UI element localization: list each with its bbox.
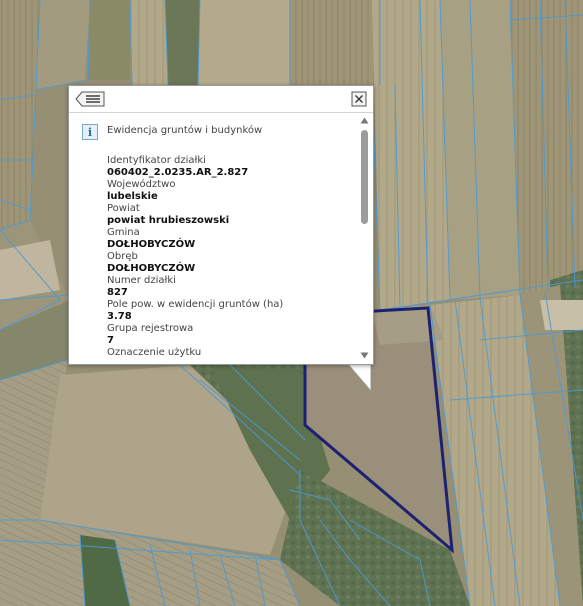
attr-value: DOŁHOBYCZÓW xyxy=(107,263,196,274)
attr-label: Gmina xyxy=(107,227,140,238)
attr-value: lubelskie xyxy=(107,191,158,202)
identify-popup: i Ewidencja gruntów i budynków Identyfik… xyxy=(68,85,374,365)
attr-value: 3.78 xyxy=(107,311,132,322)
attr-label: Pole pow. w ewidencji gruntów (ha) xyxy=(107,299,284,310)
list-back-button[interactable] xyxy=(75,91,105,107)
scroll-up-icon[interactable] xyxy=(360,116,369,125)
attr-value: 7 xyxy=(107,335,114,346)
attr-value: 060402_2.0235.AR_2.827 xyxy=(107,167,249,178)
attr-label: Powiat xyxy=(107,203,140,214)
attribute-list: Identyfikator działki 060402_2.0235.AR_2… xyxy=(107,155,352,359)
popup-content: i Ewidencja gruntów i budynków Identyfik… xyxy=(69,113,357,364)
popup-header xyxy=(69,86,373,113)
attr-label: Województwo xyxy=(107,179,176,190)
attr-label: Obręb xyxy=(107,251,138,262)
list-back-icon xyxy=(75,91,105,107)
popup-scrollbar[interactable] xyxy=(357,113,372,364)
attr-value: DOŁHOBYCZÓW xyxy=(107,239,196,250)
close-icon xyxy=(351,91,367,107)
attr-label: Oznaczenie użytku xyxy=(107,347,202,358)
attr-label: Numer działki xyxy=(107,275,176,286)
info-icon: i xyxy=(82,124,98,140)
attr-label: Identyfikator działki xyxy=(107,155,206,166)
close-button[interactable] xyxy=(351,91,367,107)
attr-value: 827 xyxy=(107,287,128,298)
scroll-thumb[interactable] xyxy=(361,130,368,224)
scroll-down-icon[interactable] xyxy=(360,351,369,360)
layer-title: Ewidencja gruntów i budynków xyxy=(107,125,263,136)
attr-label: Grupa rejestrowa xyxy=(107,323,194,334)
attr-value: powiat hrubieszowski xyxy=(107,215,230,226)
popup-tail xyxy=(347,363,371,391)
